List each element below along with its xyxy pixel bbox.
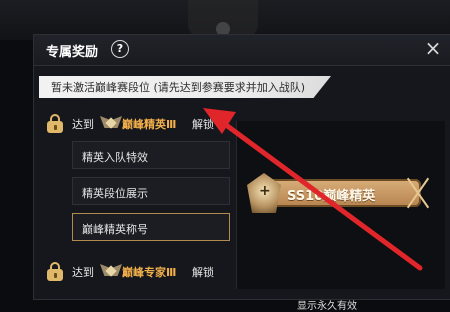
nameplate-text: SS10巅峰精英 [287,189,376,204]
unlock-prefix: 达到 [72,266,94,279]
notice-text: 暂未激活巅峰赛段位 (请先达到参赛要求并加入战队) [51,81,306,94]
close-icon[interactable]: × [422,37,444,59]
dialog-header: 专属奖励 ? × [34,35,450,66]
rank-badge-icon [100,113,122,133]
lock-icon [46,261,64,281]
rank-name: 巅峰专家Ⅲ [122,266,177,279]
dialog-title: 专属奖励 [46,45,99,60]
rewards-dialog: 专属奖励 ? × 暂未激活巅峰赛段位 (请先达到参赛要求并加入战队) 达到 巅峰… [33,34,450,312]
unlock-suffix: 解锁 [192,266,214,279]
rank-badge-icon [100,261,122,281]
rank-name: 巅峰精英Ⅲ [122,118,177,131]
background-character-icon [188,0,258,38]
title-nameplate: + SS10巅峰精英 [247,173,429,213]
unlock-row-elite: 达到 巅峰精英Ⅲ 解锁 [46,113,246,135]
unlock-row-expert: 达到 巅峰专家Ⅲ 解锁 [46,261,246,283]
reward-item-label: 巅峰精英称号 [82,223,148,236]
crossed-swords-icon [407,175,429,211]
help-icon[interactable]: ? [111,40,129,58]
reward-item-title[interactable]: 巅峰精英称号 [72,213,230,241]
unlock-prefix: 达到 [72,118,94,131]
reward-item-label: 精英入队特效 [82,151,148,164]
duration-text: 显示永久有效 [297,301,357,312]
reward-item-label: 精英段位展示 [82,187,148,200]
reward-item-entry-effect[interactable]: 精英入队特效 [72,141,230,169]
reward-item-rank-display[interactable]: 精英段位展示 [72,177,230,205]
reward-preview-panel: + SS10巅峰精英 显示永久有效 [236,121,445,312]
lock-icon [46,113,64,133]
inactive-notice-banner: 暂未激活巅峰赛段位 (请先达到参赛要求并加入战队) [39,76,331,98]
unlock-suffix: 解锁 [192,118,214,131]
